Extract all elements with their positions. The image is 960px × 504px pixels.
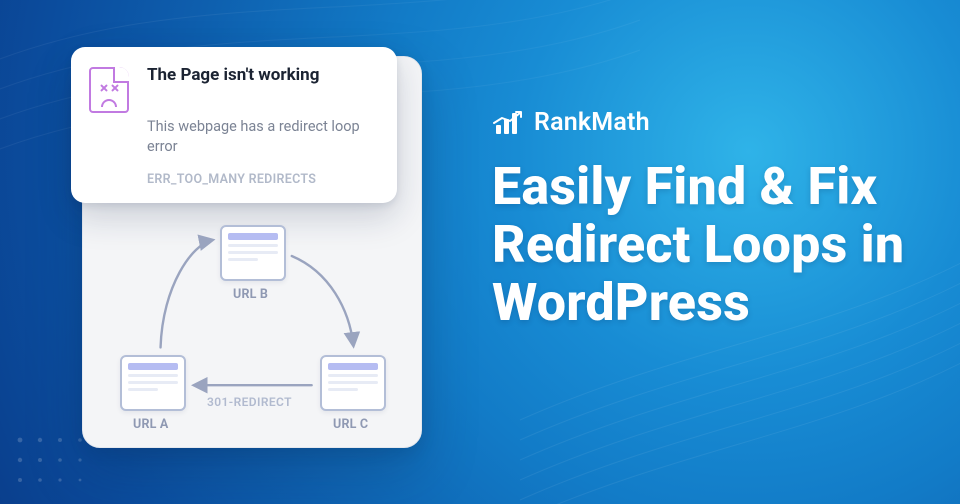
diagram-label-a: URL A bbox=[133, 417, 169, 432]
headline: Easily Find & Fix Redirect Loops in Word… bbox=[492, 158, 916, 333]
diagram-node-b bbox=[220, 225, 286, 281]
illustration-card: The Page isn't working This webpage has … bbox=[82, 56, 422, 448]
promo-canvas: The Page isn't working This webpage has … bbox=[0, 0, 960, 504]
diagram-label-b: URL B bbox=[233, 287, 268, 302]
diagram-label-c: URL C bbox=[333, 417, 368, 432]
rankmath-logo-icon bbox=[492, 109, 522, 137]
diagram-edge-label: 301-REDIRECT bbox=[207, 395, 292, 409]
brand-lockup: RankMath bbox=[492, 108, 650, 137]
diagram-node-a bbox=[120, 355, 186, 411]
redirect-loop-diagram: URL B URL A URL C 301-REDIRECT bbox=[83, 57, 421, 447]
diagram-node-c bbox=[320, 355, 386, 411]
brand-name: RankMath bbox=[534, 108, 650, 137]
